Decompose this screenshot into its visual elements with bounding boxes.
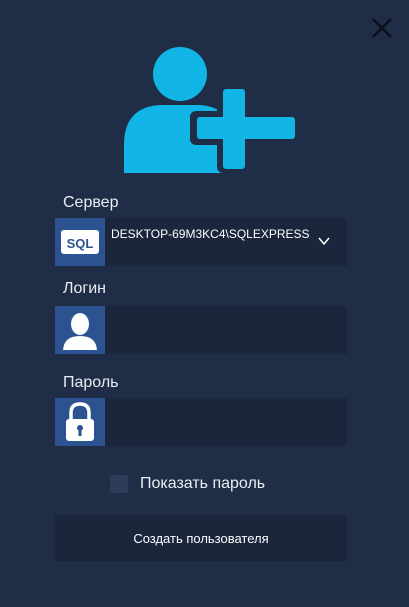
password-field xyxy=(55,398,347,446)
server-label: Сервер xyxy=(63,194,119,211)
login-label: Логин xyxy=(63,280,107,297)
show-password-label: Показать пароль xyxy=(140,475,266,492)
close-button[interactable] xyxy=(370,16,394,40)
server-select[interactable]: SQL DESKTOP-69M3KC4\SQLEXPRESS xyxy=(55,218,347,266)
add-user-icon xyxy=(120,45,301,175)
show-password-checkbox[interactable]: Показать пароль xyxy=(110,474,265,494)
checkbox-box[interactable] xyxy=(110,475,128,493)
login-field xyxy=(55,306,347,354)
login-input[interactable] xyxy=(105,306,347,354)
user-icon xyxy=(55,306,105,354)
sql-icon-text: SQL xyxy=(67,236,94,251)
close-icon xyxy=(372,18,392,38)
password-input[interactable] xyxy=(105,398,347,446)
server-value: DESKTOP-69M3KC4\SQLEXPRESS xyxy=(111,227,310,241)
sql-icon: SQL xyxy=(55,218,105,266)
chevron-down-icon[interactable] xyxy=(317,234,331,248)
create-user-button[interactable]: Создать пользователя xyxy=(55,515,347,561)
lock-icon xyxy=(55,398,105,446)
password-label: Пароль xyxy=(63,374,119,391)
